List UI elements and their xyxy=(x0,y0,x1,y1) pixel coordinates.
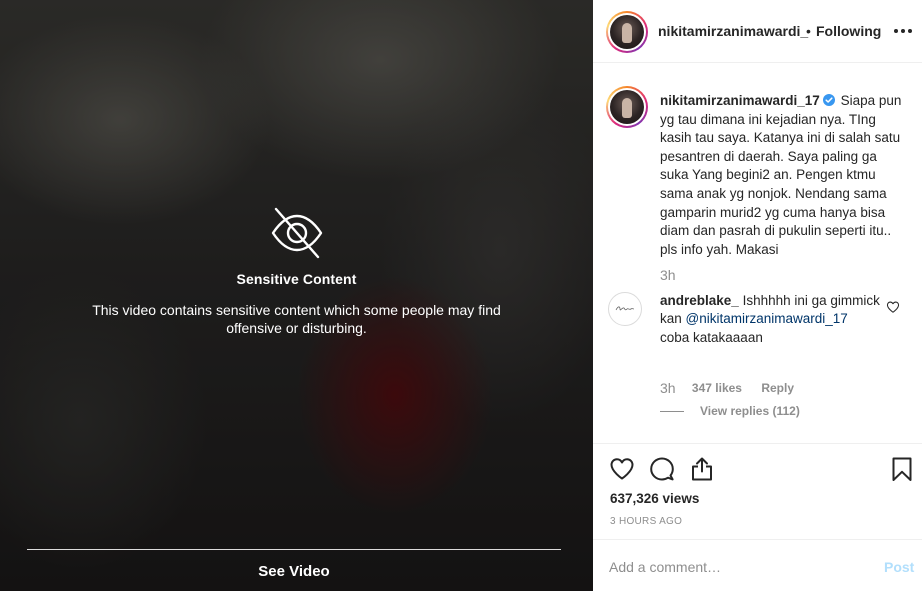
comment-username[interactable]: andreblake_ xyxy=(660,293,739,308)
post-time-ago[interactable]: 3 HOURS AGO xyxy=(610,516,682,527)
comment-text-tail: coba katakaaaan xyxy=(660,329,763,345)
comment-icon[interactable] xyxy=(649,456,675,482)
bookmark-icon[interactable] xyxy=(889,456,915,482)
video-panel: Sensitive Content This video contains se… xyxy=(0,0,593,591)
comment-body: andreblake_ Ishhhhh ini ga gimmick kan @… xyxy=(660,292,880,347)
view-replies-label: View replies (112) xyxy=(700,404,800,418)
view-count[interactable]: 637,326 views xyxy=(610,491,699,506)
header-username[interactable]: nikitamirzanimawardi_ xyxy=(658,23,808,39)
avatar-image xyxy=(610,90,644,124)
comment-meta: 3h 347 likes Reply xyxy=(660,380,794,396)
caption-timestamp[interactable]: 3h xyxy=(660,267,676,283)
share-icon[interactable] xyxy=(689,456,715,482)
replies-divider-line xyxy=(660,411,684,413)
verified-badge-icon xyxy=(822,94,835,106)
sensitive-content-notice: Sensitive Content This video contains se… xyxy=(0,205,593,337)
post-caption: nikitamirzanimawardi_17 Siapa pun yg tau… xyxy=(660,92,905,259)
avatar[interactable] xyxy=(606,11,648,53)
comment-timestamp[interactable]: 3h xyxy=(660,380,676,396)
heart-outline-icon[interactable] xyxy=(886,300,900,314)
post-button[interactable]: Post xyxy=(884,559,914,575)
comment-input[interactable] xyxy=(609,557,859,577)
following-button[interactable]: Following xyxy=(816,23,881,39)
sensitive-title: Sensitive Content xyxy=(236,271,357,287)
caption-username[interactable]: nikitamirzanimawardi_17 xyxy=(660,93,820,108)
comment-avatar[interactable] xyxy=(608,292,642,326)
caption-text: Siapa pun yg tau dimana ini kejadian nya… xyxy=(660,93,902,257)
post-header: nikitamirzanimawardi_ • Following xyxy=(593,0,922,63)
signature-avatar-image xyxy=(615,306,635,311)
comment-mention-link[interactable]: @nikitamirzanimawardi_17 xyxy=(686,311,848,326)
add-comment-bar: Post xyxy=(593,539,922,591)
more-options-icon[interactable] xyxy=(894,29,912,35)
avatar-image xyxy=(610,15,644,49)
eye-slash-icon xyxy=(271,207,322,259)
see-video-button[interactable]: See Video xyxy=(27,549,561,591)
heart-icon[interactable] xyxy=(609,456,635,482)
sensitive-description: This video contains sensitive content wh… xyxy=(92,302,501,336)
comment-likes[interactable]: 347 likes xyxy=(692,381,742,395)
header-separator: • xyxy=(806,23,811,39)
caption-avatar[interactable] xyxy=(606,86,648,128)
view-replies-button[interactable]: View replies (112) xyxy=(660,404,800,418)
post-side-panel: nikitamirzanimawardi_ • Following nikita… xyxy=(593,0,922,591)
reply-button[interactable]: Reply xyxy=(761,381,794,395)
